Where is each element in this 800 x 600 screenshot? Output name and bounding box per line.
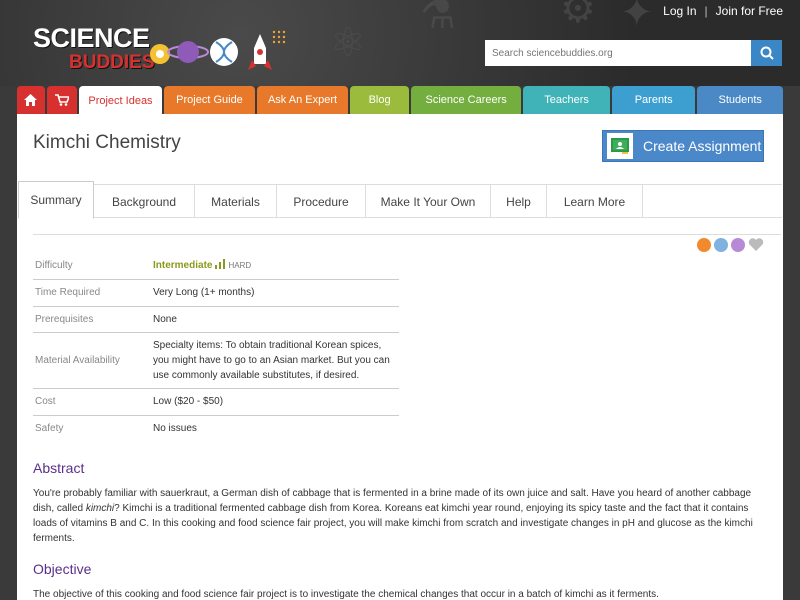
content-panel: Kimchi Chemistry Create Assignment Summa… (17, 114, 783, 600)
tab-learn-more[interactable]: Learn More (547, 185, 643, 218)
prerequisites-value: None (153, 306, 399, 333)
nav-blog[interactable]: Blog (350, 86, 409, 114)
dna-doodle-icon: ✦ (620, 0, 654, 35)
tab-help[interactable]: Help (491, 185, 547, 218)
nav-project-ideas[interactable]: Project Ideas (78, 86, 163, 116)
print-icon[interactable] (714, 238, 728, 252)
abstract-text: You're probably familiar with sauerkraut… (33, 486, 763, 546)
project-tabs: Summary Background Materials Procedure M… (18, 181, 782, 219)
logo-line-science: SCIENCE (33, 23, 150, 53)
nav-parents[interactable]: Parents (611, 86, 696, 114)
time-value: Very Long (1+ months) (153, 279, 399, 307)
time-label: Time Required (33, 279, 153, 307)
account-links: Log In | Join for Free (663, 4, 783, 18)
create-assignment-label: Create Assignment (643, 138, 762, 154)
nav-ask-an-expert[interactable]: Ask An Expert (256, 86, 349, 114)
difficulty-label: Difficulty (33, 252, 153, 280)
atom-doodle-icon: ⚛ (330, 21, 366, 65)
link-separator: | (704, 4, 708, 18)
prerequisites-label: Prerequisites (33, 306, 153, 333)
main-nav: Project Ideas Project Guide Ask An Exper… (17, 86, 783, 116)
objective-heading: Objective (33, 561, 92, 577)
detail-row-cost: Cost Low ($20 - $50) (33, 388, 399, 416)
email-icon[interactable] (731, 238, 745, 252)
tab-make-it-your-own[interactable]: Make It Your Own (366, 185, 491, 218)
search-bar (485, 40, 782, 66)
logo-science-icons (150, 30, 286, 70)
detail-row-prerequisites: Prerequisites None (33, 306, 399, 333)
share-icon[interactable] (697, 238, 711, 252)
gear-doodle-icon: ⚙ (560, 0, 596, 31)
detail-row-time: Time Required Very Long (1+ months) (33, 279, 399, 307)
create-assignment-button[interactable]: Create Assignment (602, 130, 764, 162)
abstract-heading: Abstract (33, 460, 85, 476)
abstract-text-kimchi: kimchi (85, 503, 115, 514)
tab-background[interactable]: Background (94, 185, 195, 218)
nav-project-guide[interactable]: Project Guide (164, 86, 255, 114)
detail-row-material: Material Availability Specialty items: T… (33, 332, 399, 389)
material-value: Specialty items: To obtain traditional K… (153, 332, 399, 389)
join-link[interactable]: Join for Free (716, 4, 783, 18)
logo-line-buddies: BUDDIES (69, 52, 155, 73)
tab-materials[interactable]: Materials (195, 185, 277, 218)
search-input[interactable] (485, 40, 751, 66)
nav-students[interactable]: Students (697, 86, 783, 114)
flask-doodle-icon: ⚗ (420, 0, 456, 37)
objective-text: The objective of this cooking and food s… (33, 589, 659, 600)
difficulty-value-cell: Intermediate HARD (153, 252, 399, 280)
home-icon (24, 94, 38, 106)
favorite-heart-icon[interactable] (748, 238, 764, 252)
site-header: ⚗ ⚛ ⚙ ✦ SCIENCE BUDDIES Log In | Join for … (0, 0, 800, 86)
nav-teachers[interactable]: Teachers (523, 86, 610, 114)
difficulty-level: HARD (228, 260, 252, 270)
cart-icon (54, 94, 69, 106)
nav-science-careers[interactable]: Science Careers (410, 86, 522, 114)
google-classroom-icon (607, 133, 633, 159)
nav-cart[interactable] (46, 86, 77, 114)
page-title: Kimchi Chemistry (33, 132, 181, 153)
share-icons (697, 238, 764, 252)
search-icon (760, 46, 774, 60)
safety-label: Safety (35, 423, 64, 435)
tab-procedure[interactable]: Procedure (277, 185, 366, 218)
site-logo[interactable]: SCIENCE BUDDIES (33, 23, 155, 73)
content-divider (33, 234, 781, 235)
tab-summary[interactable]: Summary (18, 181, 94, 219)
login-link[interactable]: Log In (663, 4, 696, 18)
material-label: Material Availability (33, 332, 153, 389)
project-details-table: Difficulty Intermediate HARD Time Require… (33, 252, 399, 442)
nav-home[interactable] (17, 86, 45, 114)
detail-row-safety: Safety No issues (33, 415, 399, 442)
search-button[interactable] (751, 40, 782, 66)
difficulty-value[interactable]: Intermediate (153, 260, 212, 271)
detail-row-difficulty: Difficulty Intermediate HARD (33, 252, 399, 280)
difficulty-bars-icon (215, 258, 226, 269)
abstract-text-end: ? Kimchi is a traditional fermented cabb… (33, 503, 753, 544)
safety-value: No issues (153, 423, 197, 435)
cost-value: Low ($20 - $50) (153, 388, 399, 416)
cost-label: Cost (33, 388, 153, 416)
